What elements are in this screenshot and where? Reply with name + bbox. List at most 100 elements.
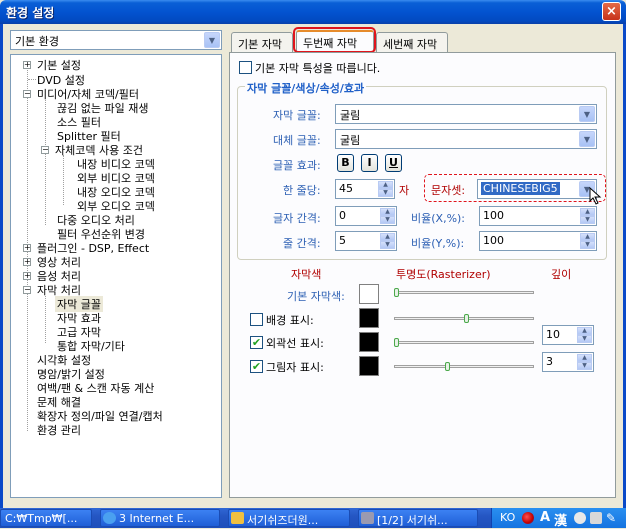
spin-up-icon[interactable]: ▲ [577, 354, 592, 362]
cursor-icon [589, 187, 602, 205]
per-line-label: 한 줄당: [283, 184, 321, 197]
collapse-icon[interactable]: − [23, 90, 31, 98]
spin-down-icon[interactable]: ▼ [378, 189, 393, 197]
spin-up-icon[interactable]: ▲ [380, 233, 395, 241]
ratio-x-label: 비율(X,%): [411, 212, 466, 225]
follow-basic-checkbox[interactable] [239, 61, 252, 74]
font-a-icon[interactable]: A [540, 510, 550, 525]
spin-up-icon[interactable]: ▲ [380, 208, 395, 216]
hanja-icon[interactable]: 漢 [554, 510, 567, 529]
alt-font-select[interactable]: 굴림 ▼ [335, 129, 597, 149]
expand-icon[interactable]: + [23, 272, 31, 280]
taskbar-item-label: [1/2] 서기쉬... [377, 514, 448, 527]
spin-down-icon[interactable]: ▼ [380, 241, 395, 249]
slider-thumb[interactable] [445, 362, 450, 371]
tree-item[interactable]: 기본 설정 [37, 57, 81, 73]
category-select[interactable]: 기본 환경 ▼ [10, 30, 222, 50]
spin-down-icon[interactable]: ▼ [577, 362, 592, 370]
spin-up-icon[interactable]: ▲ [580, 208, 595, 216]
outline-color-swatch[interactable] [359, 332, 379, 352]
outline-checkbox[interactable]: ✔ [250, 336, 263, 349]
expand-icon[interactable]: + [23, 244, 31, 252]
ratio-y-label: 비율(Y,%): [411, 237, 465, 250]
shadow-depth-value: 3 [546, 355, 553, 368]
font-group-title: 자막 글꼴/색상/속성/효과 [245, 80, 367, 96]
tab-third-subtitle[interactable]: 세번째 자막 [376, 32, 448, 52]
settings-tree[interactable]: + 기본 설정 DVD 설정 − 미디어/자체 코덱/필터 끊김 없는 파일 재… [10, 54, 222, 498]
spin-down-icon[interactable]: ▼ [580, 241, 595, 249]
tree-item[interactable]: 환경 관리 [37, 422, 81, 438]
tree-line [63, 155, 64, 205]
bg-color-swatch[interactable] [359, 308, 379, 328]
outline-depth-spinner[interactable]: 10 ▲ ▼ [542, 325, 594, 345]
taskbar-item[interactable]: 서기쉬즈더원... [228, 509, 350, 527]
divider [242, 259, 602, 260]
chevron-down-icon[interactable]: ▼ [204, 32, 220, 48]
col-depth-header: 깊이 [551, 268, 572, 281]
underline-button[interactable]: U [385, 154, 402, 172]
taskbar-item[interactable]: 3 Internet E... [100, 509, 220, 527]
line-spacing-spinner[interactable]: 5 ▲ ▼ [335, 231, 397, 251]
bg-checkbox[interactable] [250, 313, 263, 326]
expand-icon[interactable]: + [23, 61, 31, 69]
chevron-down-icon[interactable]: ▼ [579, 131, 595, 147]
italic-button[interactable]: I [361, 154, 378, 172]
ime-indicator[interactable]: KO [500, 511, 515, 524]
pen-icon[interactable]: ✎ [606, 511, 616, 525]
spin-up-icon[interactable]: ▲ [577, 327, 592, 335]
per-line-unit: 자 [399, 184, 410, 197]
outline-depth-value: 10 [546, 328, 560, 341]
taskbar: C:₩Tmp₩[... 3 Internet E... 서기쉬즈더원... [1… [0, 508, 626, 529]
close-button[interactable]: × [602, 2, 621, 21]
font-select[interactable]: 굴림 ▼ [335, 104, 597, 124]
outline-label: 외곽선 표시: [266, 337, 324, 350]
spin-up-icon[interactable]: ▲ [378, 181, 393, 189]
spin-up-icon[interactable]: ▲ [580, 233, 595, 241]
bold-button[interactable]: B [337, 154, 354, 172]
shadow-depth-spinner[interactable]: 3 ▲ ▼ [542, 352, 594, 372]
font-label: 자막 글꼴: [273, 109, 321, 122]
tab-basic-subtitle[interactable]: 기본 자막 [231, 32, 293, 52]
alt-font-label: 대체 글꼴: [273, 134, 321, 147]
effect-label: 글꼴 효과: [273, 159, 321, 172]
shadow-checkbox[interactable]: ✔ [250, 360, 263, 373]
collapse-icon[interactable]: − [23, 286, 31, 294]
char-spacing-value: 0 [339, 209, 346, 222]
ratio-x-value: 100 [483, 209, 504, 222]
basic-color-swatch[interactable] [359, 284, 379, 304]
taskbar-item[interactable]: [1/2] 서기쉬... [358, 509, 478, 527]
chevron-down-icon[interactable]: ▼ [579, 106, 595, 122]
per-line-spinner[interactable]: 45 ▲ ▼ [335, 179, 395, 199]
ratio-y-spinner[interactable]: 100 ▲ ▼ [479, 231, 597, 251]
col-transparency-header: 투명도(Rasterizer) [396, 268, 491, 281]
basic-transparency-slider[interactable] [394, 291, 534, 294]
slider-thumb[interactable] [464, 314, 469, 323]
per-line-value: 45 [339, 182, 353, 195]
char-spacing-label: 글자 간격: [273, 212, 321, 225]
ie-icon [103, 512, 116, 524]
spin-down-icon[interactable]: ▼ [577, 335, 592, 343]
tree-line [45, 100, 46, 225]
expand-icon[interactable]: + [23, 258, 31, 266]
slider-thumb[interactable] [394, 288, 399, 297]
shadow-label: 그림자 표시: [266, 361, 324, 374]
collapse-icon[interactable]: − [41, 146, 49, 154]
spin-down-icon[interactable]: ▼ [580, 216, 595, 224]
category-select-value: 기본 환경 [15, 35, 59, 48]
slider-thumb[interactable] [394, 338, 399, 347]
taskbar-item[interactable]: C:₩Tmp₩[... [0, 509, 92, 527]
shadow-transparency-slider[interactable] [394, 365, 534, 368]
tree-line [28, 79, 36, 80]
app-icon [361, 512, 374, 524]
ratio-x-spinner[interactable]: 100 ▲ ▼ [479, 206, 597, 226]
follow-basic-label: 기본 자막 특성을 따릅니다. [255, 62, 381, 75]
tray-icon[interactable] [590, 512, 602, 524]
basic-color-label: 기본 자막색: [287, 290, 345, 303]
spin-down-icon[interactable]: ▼ [380, 216, 395, 224]
shadow-color-swatch[interactable] [359, 356, 379, 376]
globe-icon[interactable] [522, 512, 534, 524]
outline-transparency-slider[interactable] [394, 341, 534, 344]
char-spacing-spinner[interactable]: 0 ▲ ▼ [335, 206, 397, 226]
alt-font-select-value: 굴림 [340, 134, 361, 147]
tray-icon[interactable] [574, 512, 586, 524]
